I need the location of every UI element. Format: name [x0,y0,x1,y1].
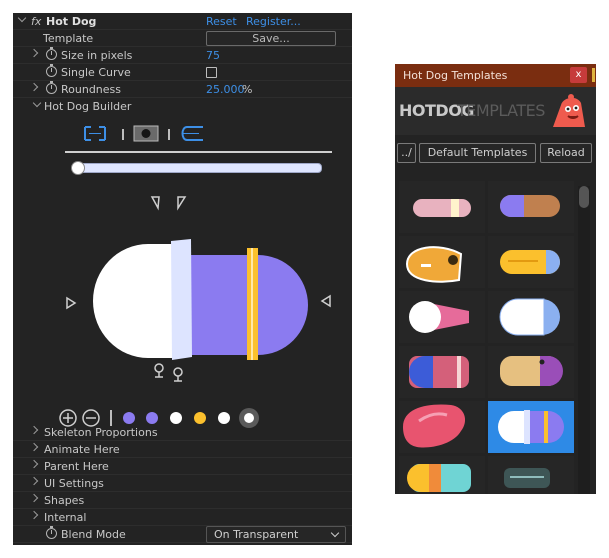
section-label: Internal [44,511,87,524]
effect-controls-panel: fx Hot Dog Reset Register... Template Sa… [13,13,352,545]
left-top-handle-icon[interactable] [150,196,160,211]
right-top-handle-icon[interactable] [177,196,187,211]
template-thumb[interactable] [399,236,485,288]
size-value[interactable]: 75 [206,49,220,62]
blend-value: On Transparent [214,528,299,541]
color-swatch-white-2[interactable] [218,412,230,424]
expand-icon[interactable] [29,425,39,435]
curve-label: Single Curve [61,66,131,79]
top-handles [150,196,187,211]
template-thumb[interactable] [488,291,574,343]
pale-band [171,239,192,360]
template-thumb[interactable] [488,181,574,233]
template-thumb[interactable] [399,456,485,494]
stopwatch-icon[interactable] [46,47,57,60]
templates-title: Hot Dog Templates [403,69,508,82]
color-swatch-gold[interactable] [194,412,206,424]
section-label: Shapes [44,494,85,507]
hot-dog-preview [93,239,308,360]
size-label: Size in pixels [61,49,133,62]
stopwatch-icon[interactable] [46,526,57,539]
template-thumb[interactable] [399,401,485,453]
template-thumb[interactable] [488,346,574,398]
size-row: Size in pixels 75 [13,47,352,64]
expand-icon[interactable] [29,82,39,92]
collapse-icon[interactable] [32,98,42,108]
split-ends-icon[interactable] [83,124,107,143]
section-label: Parent Here [44,460,109,473]
close-button[interactable]: x [570,67,587,83]
roundness-unit: % [242,83,253,96]
templates-title-bar: Hot Dog Templates x [395,64,596,87]
save-button[interactable]: Save... [206,31,336,46]
separator [168,129,170,140]
template-thumb[interactable] [488,456,574,494]
default-templates-button[interactable]: Default Templates [419,143,536,163]
roundness-label: Roundness [61,83,122,96]
single-curve-checkbox[interactable] [206,67,217,78]
template-label: Template [43,32,94,45]
pin-handles [154,363,183,382]
expand-icon[interactable] [29,442,39,452]
purple-bun [173,255,308,355]
hot-dog-builder [13,120,352,428]
section-shapes[interactable]: Shapes [13,492,352,509]
slider-knob[interactable] [71,161,85,175]
separator [122,129,124,140]
effect-name: Hot Dog [46,15,97,28]
template-thumb[interactable] [399,346,485,398]
stopwatch-icon[interactable] [46,81,57,94]
roundness-value[interactable]: 25.000 [206,83,245,96]
white-bun [93,244,183,358]
builder-label: Hot Dog Builder [44,100,132,113]
color-swatch-purple-2[interactable] [146,412,158,424]
blend-mode-dropdown[interactable]: On Transparent [206,526,346,543]
template-thumb[interactable] [399,291,485,343]
align-left-icon[interactable] [179,124,205,143]
curve-row: Single Curve [13,64,352,81]
chevron-down-icon [330,528,340,538]
expand-icon[interactable] [29,459,39,469]
color-swatch-purple[interactable] [123,412,135,424]
center-view-icon[interactable] [133,124,159,143]
stopwatch-icon[interactable] [46,64,57,77]
template-thumb-selected[interactable] [488,401,574,453]
panel-edge-marker [592,68,595,82]
slider-rule [65,151,332,153]
fx-icon[interactable]: fx [31,15,41,28]
blend-label: Blend Mode [61,528,126,541]
section-label: Skeleton Proportions [44,426,158,439]
templates-panel: Hot Dog Templates x HOTDOG TEMPLATES ../… [395,64,596,494]
roundness-row: Roundness 25.000 % [13,81,352,98]
scrollbar-thumb[interactable] [579,186,589,208]
section-label: Animate Here [44,443,120,456]
expand-icon[interactable] [29,493,39,503]
expand-icon[interactable] [29,510,39,520]
reset-link[interactable]: Reset [206,15,237,28]
expand-icon[interactable] [29,476,39,486]
color-swatch-white[interactable] [170,412,182,424]
mascot-icon [553,94,585,127]
section-skeleton[interactable]: Skeleton Proportions [13,424,352,441]
back-button[interactable]: ../ [397,143,416,163]
expand-icon[interactable] [29,48,39,58]
register-link[interactable]: Register... [246,15,301,28]
section-parent[interactable]: Parent Here [13,458,352,475]
template-row: Template Save... [13,30,352,47]
templates-logo-bar: HOTDOG TEMPLATES [395,87,596,135]
effect-header-row[interactable]: fx Hot Dog Reset Register... [13,13,352,30]
logo-text-light: TEMPLATES [457,101,545,120]
builder-slider[interactable] [71,161,322,175]
section-label: UI Settings [44,477,104,490]
section-ui-settings[interactable]: UI Settings [13,475,352,492]
collapse-toggle-icon[interactable] [17,13,27,23]
template-thumb[interactable] [399,181,485,233]
template-thumb[interactable] [488,236,574,288]
section-animate[interactable]: Animate Here [13,441,352,458]
blend-mode-row: Blend Mode On Transparent [13,526,352,543]
templates-scrollbar[interactable] [578,186,590,494]
builder-row: Hot Dog Builder [13,98,352,115]
section-internal[interactable]: Internal [13,509,352,526]
reload-button[interactable]: Reload [540,143,592,163]
